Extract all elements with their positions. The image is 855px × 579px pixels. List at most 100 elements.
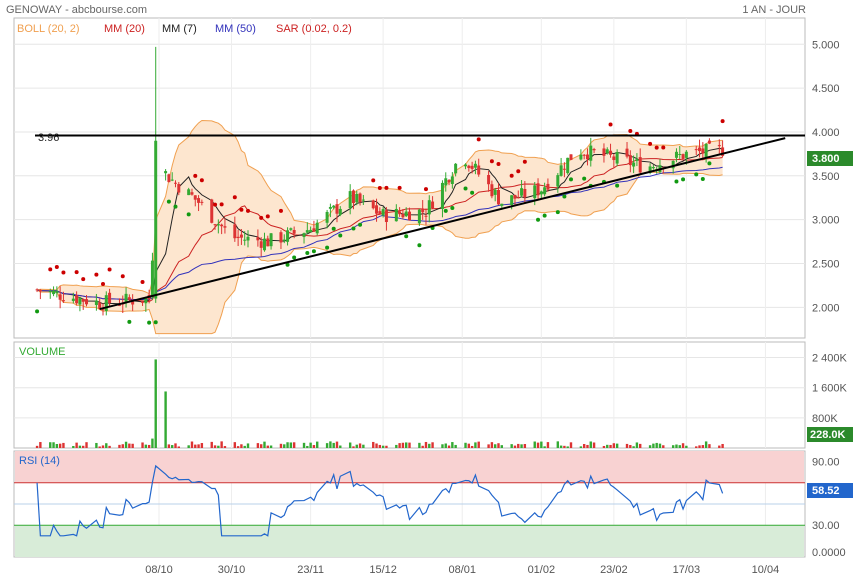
sar-dot bbox=[463, 186, 468, 191]
volume-bar bbox=[586, 444, 589, 448]
sar-dot bbox=[654, 145, 659, 150]
candle-body bbox=[520, 188, 524, 196]
volume-bar bbox=[279, 443, 283, 448]
rsi-zones bbox=[14, 451, 805, 557]
sar-dot bbox=[423, 187, 428, 192]
volume-bar bbox=[540, 441, 543, 448]
volume-bar bbox=[118, 444, 121, 448]
volume-bar bbox=[559, 445, 563, 448]
volume-bar bbox=[579, 446, 583, 448]
candle-body bbox=[707, 140, 711, 144]
candle-body bbox=[635, 159, 639, 161]
candle-body bbox=[421, 208, 425, 213]
volume-bar bbox=[718, 445, 721, 448]
sar-dot bbox=[582, 176, 587, 181]
sar-dot bbox=[246, 208, 251, 213]
volume-bar bbox=[312, 445, 316, 448]
candle-body bbox=[94, 300, 98, 305]
candle-body bbox=[401, 214, 405, 218]
volume-bar bbox=[210, 441, 213, 448]
volume-bar bbox=[164, 391, 167, 448]
sar-dot bbox=[476, 137, 481, 142]
candle-body bbox=[58, 294, 62, 300]
candle-body bbox=[510, 195, 514, 205]
candle-body bbox=[177, 184, 181, 193]
sar-dot bbox=[338, 233, 343, 238]
candle-body bbox=[684, 151, 688, 158]
volume-bar bbox=[701, 445, 705, 448]
volume-bar bbox=[101, 445, 105, 448]
candle-body bbox=[398, 211, 402, 215]
volume-bar bbox=[454, 444, 457, 448]
volume-bar bbox=[167, 444, 171, 448]
volume-bar bbox=[316, 441, 319, 448]
candle-body bbox=[173, 182, 177, 184]
volume-bar bbox=[424, 441, 428, 448]
sar-dot bbox=[199, 178, 204, 183]
candle-body bbox=[305, 230, 309, 233]
candle-body bbox=[559, 165, 563, 176]
sar-dot bbox=[61, 270, 66, 275]
candle-body bbox=[351, 190, 355, 204]
candle-body bbox=[71, 298, 75, 301]
volume-bar bbox=[408, 442, 411, 448]
candle-body bbox=[190, 192, 194, 195]
volume-bar bbox=[332, 442, 335, 448]
volume-bar bbox=[510, 444, 513, 448]
volume-bar bbox=[493, 444, 497, 448]
sar-dot bbox=[186, 212, 191, 217]
volume-bar bbox=[612, 443, 616, 448]
sar-dot bbox=[74, 270, 79, 275]
volume-bar bbox=[141, 442, 144, 448]
volume-bar bbox=[451, 442, 454, 448]
volume-bar bbox=[609, 444, 612, 448]
candle-body bbox=[523, 188, 527, 198]
candle-body bbox=[358, 193, 362, 203]
volume-bar bbox=[108, 445, 111, 448]
candle-body bbox=[632, 162, 636, 167]
sar-dot bbox=[648, 141, 653, 146]
volume-bar bbox=[467, 443, 471, 448]
price-tick-label: 4.500 bbox=[812, 83, 840, 95]
volume-bar bbox=[602, 445, 606, 448]
legend-mm7: MM (7) bbox=[162, 23, 197, 35]
volume-bar bbox=[246, 443, 250, 448]
volume-bar bbox=[147, 444, 151, 448]
volume-bar bbox=[385, 445, 388, 448]
volume-bar bbox=[220, 441, 223, 448]
volume-bar bbox=[546, 442, 550, 448]
volume-bar bbox=[592, 442, 596, 448]
candle-body bbox=[638, 157, 642, 173]
volume-bar bbox=[681, 443, 685, 448]
sar-dot bbox=[371, 178, 376, 183]
rsi-overbought-zone bbox=[15, 451, 804, 483]
volume-bar bbox=[78, 445, 82, 448]
candle-body bbox=[256, 237, 260, 241]
sar-dot bbox=[305, 250, 310, 255]
volume-bar bbox=[398, 443, 401, 448]
legend-mm20: MM (20) bbox=[104, 23, 145, 35]
sar-dot bbox=[470, 190, 475, 195]
last-volume-value: 228.0K bbox=[810, 429, 846, 441]
candle-body bbox=[612, 156, 616, 161]
candle-body bbox=[698, 147, 702, 152]
candle-body bbox=[187, 189, 191, 196]
sar-dot bbox=[522, 159, 527, 164]
volume-bar bbox=[49, 442, 52, 448]
volume-bar bbox=[582, 444, 586, 448]
candle-body bbox=[500, 203, 504, 206]
rsi-tick-label: 0.0000 bbox=[812, 547, 846, 559]
volume-bar bbox=[695, 446, 698, 448]
candle-body bbox=[543, 187, 547, 195]
sar-dot bbox=[496, 162, 501, 167]
candle-body bbox=[427, 200, 431, 215]
candle-body bbox=[289, 228, 293, 230]
candle-body bbox=[516, 197, 520, 199]
volume-bar bbox=[474, 442, 477, 448]
candle-body bbox=[371, 200, 375, 209]
volume-bar bbox=[378, 444, 382, 448]
sar-dot bbox=[265, 214, 270, 219]
candle-body bbox=[602, 148, 606, 156]
candle-body bbox=[431, 201, 435, 209]
candle-body bbox=[513, 194, 517, 199]
